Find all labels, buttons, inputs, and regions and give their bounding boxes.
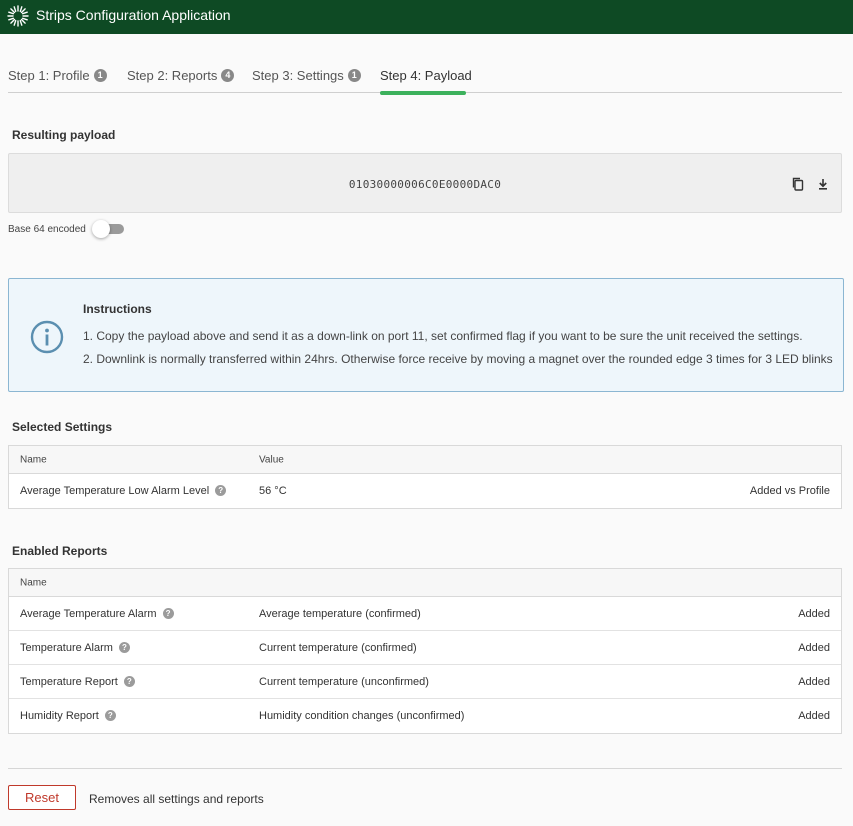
base64-label: Base 64 encoded bbox=[8, 224, 86, 235]
payload-section-title: Resulting payload bbox=[12, 128, 116, 142]
info-icon bbox=[30, 320, 64, 354]
copy-icon[interactable] bbox=[790, 176, 806, 192]
report-description: Average temperature (confirmed) bbox=[259, 607, 421, 620]
tab-reports[interactable]: Step 2: Reports 4 bbox=[127, 68, 235, 83]
instruction-line: 2. Downlink is normally transferred with… bbox=[83, 352, 833, 366]
table-row: Average Temperature Low Alarm Level? 56 … bbox=[9, 474, 841, 508]
report-status: Added bbox=[798, 675, 830, 688]
report-name: Average Temperature Alarm bbox=[20, 607, 157, 620]
report-name: Humidity Report bbox=[20, 710, 99, 722]
payload-box: 01030000006C0E0000DAC0 bbox=[8, 153, 842, 213]
help-icon[interactable]: ? bbox=[215, 485, 227, 496]
tab-label: Step 4: Payload bbox=[380, 68, 472, 83]
toggle-knob bbox=[92, 220, 110, 238]
setting-name-cell: Average Temperature Low Alarm Level? bbox=[20, 485, 227, 497]
instructions-title: Instructions bbox=[83, 302, 152, 316]
report-name-cell: Average Temperature Alarm? bbox=[20, 607, 174, 620]
tab-label: Step 1: Profile bbox=[8, 68, 90, 83]
footer-divider bbox=[8, 768, 842, 769]
selected-settings-title: Selected Settings bbox=[12, 420, 113, 434]
help-icon[interactable]: ? bbox=[123, 675, 135, 687]
reset-description: Removes all settings and reports bbox=[89, 792, 264, 806]
step-tabs: Step 1: Profile 1 Step 2: Reports 4 Step… bbox=[0, 60, 853, 93]
instructions-panel: Instructions 1. Copy the payload above a… bbox=[8, 278, 844, 392]
tab-badge: 4 bbox=[221, 69, 235, 82]
tab-badge: 1 bbox=[93, 69, 107, 82]
table-header: Name bbox=[9, 569, 841, 597]
tab-payload[interactable]: Step 4: Payload bbox=[380, 68, 472, 83]
report-name-cell: Temperature Alarm? bbox=[20, 641, 130, 654]
report-name: Temperature Report bbox=[20, 675, 118, 688]
active-tab-indicator bbox=[380, 91, 466, 95]
tab-settings[interactable]: Step 3: Settings 1 bbox=[252, 68, 361, 83]
tab-label: Step 2: Reports bbox=[127, 68, 218, 83]
reset-button[interactable]: Reset bbox=[8, 785, 76, 810]
report-description: Current temperature (unconfirmed) bbox=[259, 675, 429, 688]
table-row: Humidity Report? Humidity condition chan… bbox=[9, 699, 841, 733]
sunburst-logo-icon bbox=[7, 5, 29, 27]
enabled-reports-table: Name Average Temperature Alarm? Average … bbox=[8, 568, 842, 734]
enabled-reports-title: Enabled Reports bbox=[12, 544, 108, 558]
column-header-value: Value bbox=[259, 454, 284, 465]
column-header-name: Name bbox=[20, 577, 47, 588]
help-icon[interactable]: ? bbox=[162, 607, 174, 619]
table-row: Temperature Report? Current temperature … bbox=[9, 665, 841, 699]
base64-toggle[interactable] bbox=[92, 220, 124, 238]
setting-name: Average Temperature Low Alarm Level bbox=[20, 485, 210, 497]
table-row: Average Temperature Alarm? Average tempe… bbox=[9, 597, 841, 631]
app-title: Strips Configuration Application bbox=[36, 7, 231, 23]
table-row: Temperature Alarm? Current temperature (… bbox=[9, 631, 841, 665]
report-status: Added bbox=[798, 607, 830, 620]
report-status: Added bbox=[798, 641, 830, 654]
report-description: Humidity condition changes (unconfirmed) bbox=[259, 710, 465, 722]
report-name-cell: Humidity Report? bbox=[20, 710, 116, 722]
help-icon[interactable]: ? bbox=[118, 641, 130, 653]
report-description: Current temperature (confirmed) bbox=[259, 641, 417, 654]
payload-value: 01030000006C0E0000DAC0 bbox=[348, 178, 502, 191]
help-icon[interactable]: ? bbox=[104, 710, 116, 721]
report-name: Temperature Alarm bbox=[20, 641, 113, 654]
app-header: Strips Configuration Application bbox=[0, 0, 853, 34]
tab-label: Step 3: Settings bbox=[252, 68, 344, 83]
column-header-name: Name bbox=[20, 454, 47, 465]
table-header: Name Value bbox=[9, 446, 841, 474]
setting-value: 56 °C bbox=[259, 485, 287, 497]
report-status: Added bbox=[798, 710, 830, 722]
instruction-line: 1. Copy the payload above and send it as… bbox=[83, 329, 803, 343]
download-icon[interactable] bbox=[815, 176, 831, 192]
tab-badge: 1 bbox=[347, 69, 361, 82]
selected-settings-table: Name Value Average Temperature Low Alarm… bbox=[8, 445, 842, 509]
report-name-cell: Temperature Report? bbox=[20, 675, 135, 688]
setting-status: Added vs Profile bbox=[749, 485, 830, 497]
tab-profile[interactable]: Step 1: Profile 1 bbox=[8, 68, 107, 83]
